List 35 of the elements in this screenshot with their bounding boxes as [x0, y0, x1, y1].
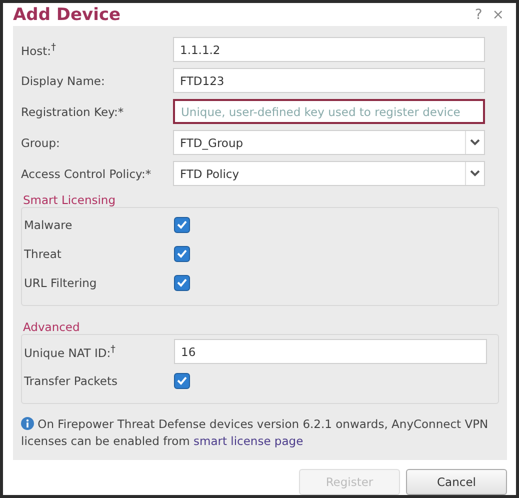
dropdown-field[interactable]: FTD Policy: [173, 161, 485, 186]
help-button[interactable]: ?: [472, 6, 486, 22]
check-icon: [177, 376, 187, 385]
field-label: URL Filtering: [24, 276, 98, 290]
info-text: On Firepower Threat Defense devices version 6.2.1 onwards, AnyConnect VPN licenses can be enabled from smart license page: [21, 416, 490, 450]
section-title: Advanced: [23, 320, 81, 334]
checkbox[interactable]: [174, 246, 190, 262]
close-button[interactable]: ×: [489, 6, 507, 22]
field-label: Threat: [24, 246, 62, 260]
input-field[interactable]: 16: [174, 339, 487, 364]
check-icon: [177, 278, 187, 287]
check-icon: [177, 249, 187, 258]
section-title: Smart Licensing: [23, 193, 117, 207]
field-label: Malware: [24, 218, 74, 232]
field-label: Access Control Policy:*: [21, 166, 152, 180]
checkbox[interactable]: [174, 216, 190, 232]
cancel-button[interactable]: Cancel: [406, 469, 507, 495]
field-label: Group:: [21, 136, 61, 150]
dropdown-field[interactable]: FTD_Group: [173, 130, 485, 155]
input-field[interactable]: Unique, user-defined key used to register device: [173, 99, 485, 124]
field-label: Host:$^{†}$: [21, 42, 57, 58]
checkbox[interactable]: [174, 372, 190, 388]
info-icon: [21, 417, 34, 430]
field-label: Registration Key:*: [21, 104, 125, 118]
checkbox[interactable]: [174, 274, 190, 290]
field-label: Display Name:: [21, 74, 106, 88]
smart-license-link[interactable]: smart license page: [194, 434, 304, 448]
chevron-down-icon: [470, 170, 480, 177]
check-icon: [177, 220, 187, 229]
dialog-title: Add Device: [13, 4, 121, 24]
input-field[interactable]: FTD123: [173, 68, 485, 93]
field-label: Unique NAT ID:$^{†}$: [24, 344, 116, 360]
field-label: Transfer Packets: [24, 374, 119, 388]
input-field[interactable]: 1.1.1.2: [173, 37, 485, 62]
chevron-down-icon: [470, 139, 480, 146]
